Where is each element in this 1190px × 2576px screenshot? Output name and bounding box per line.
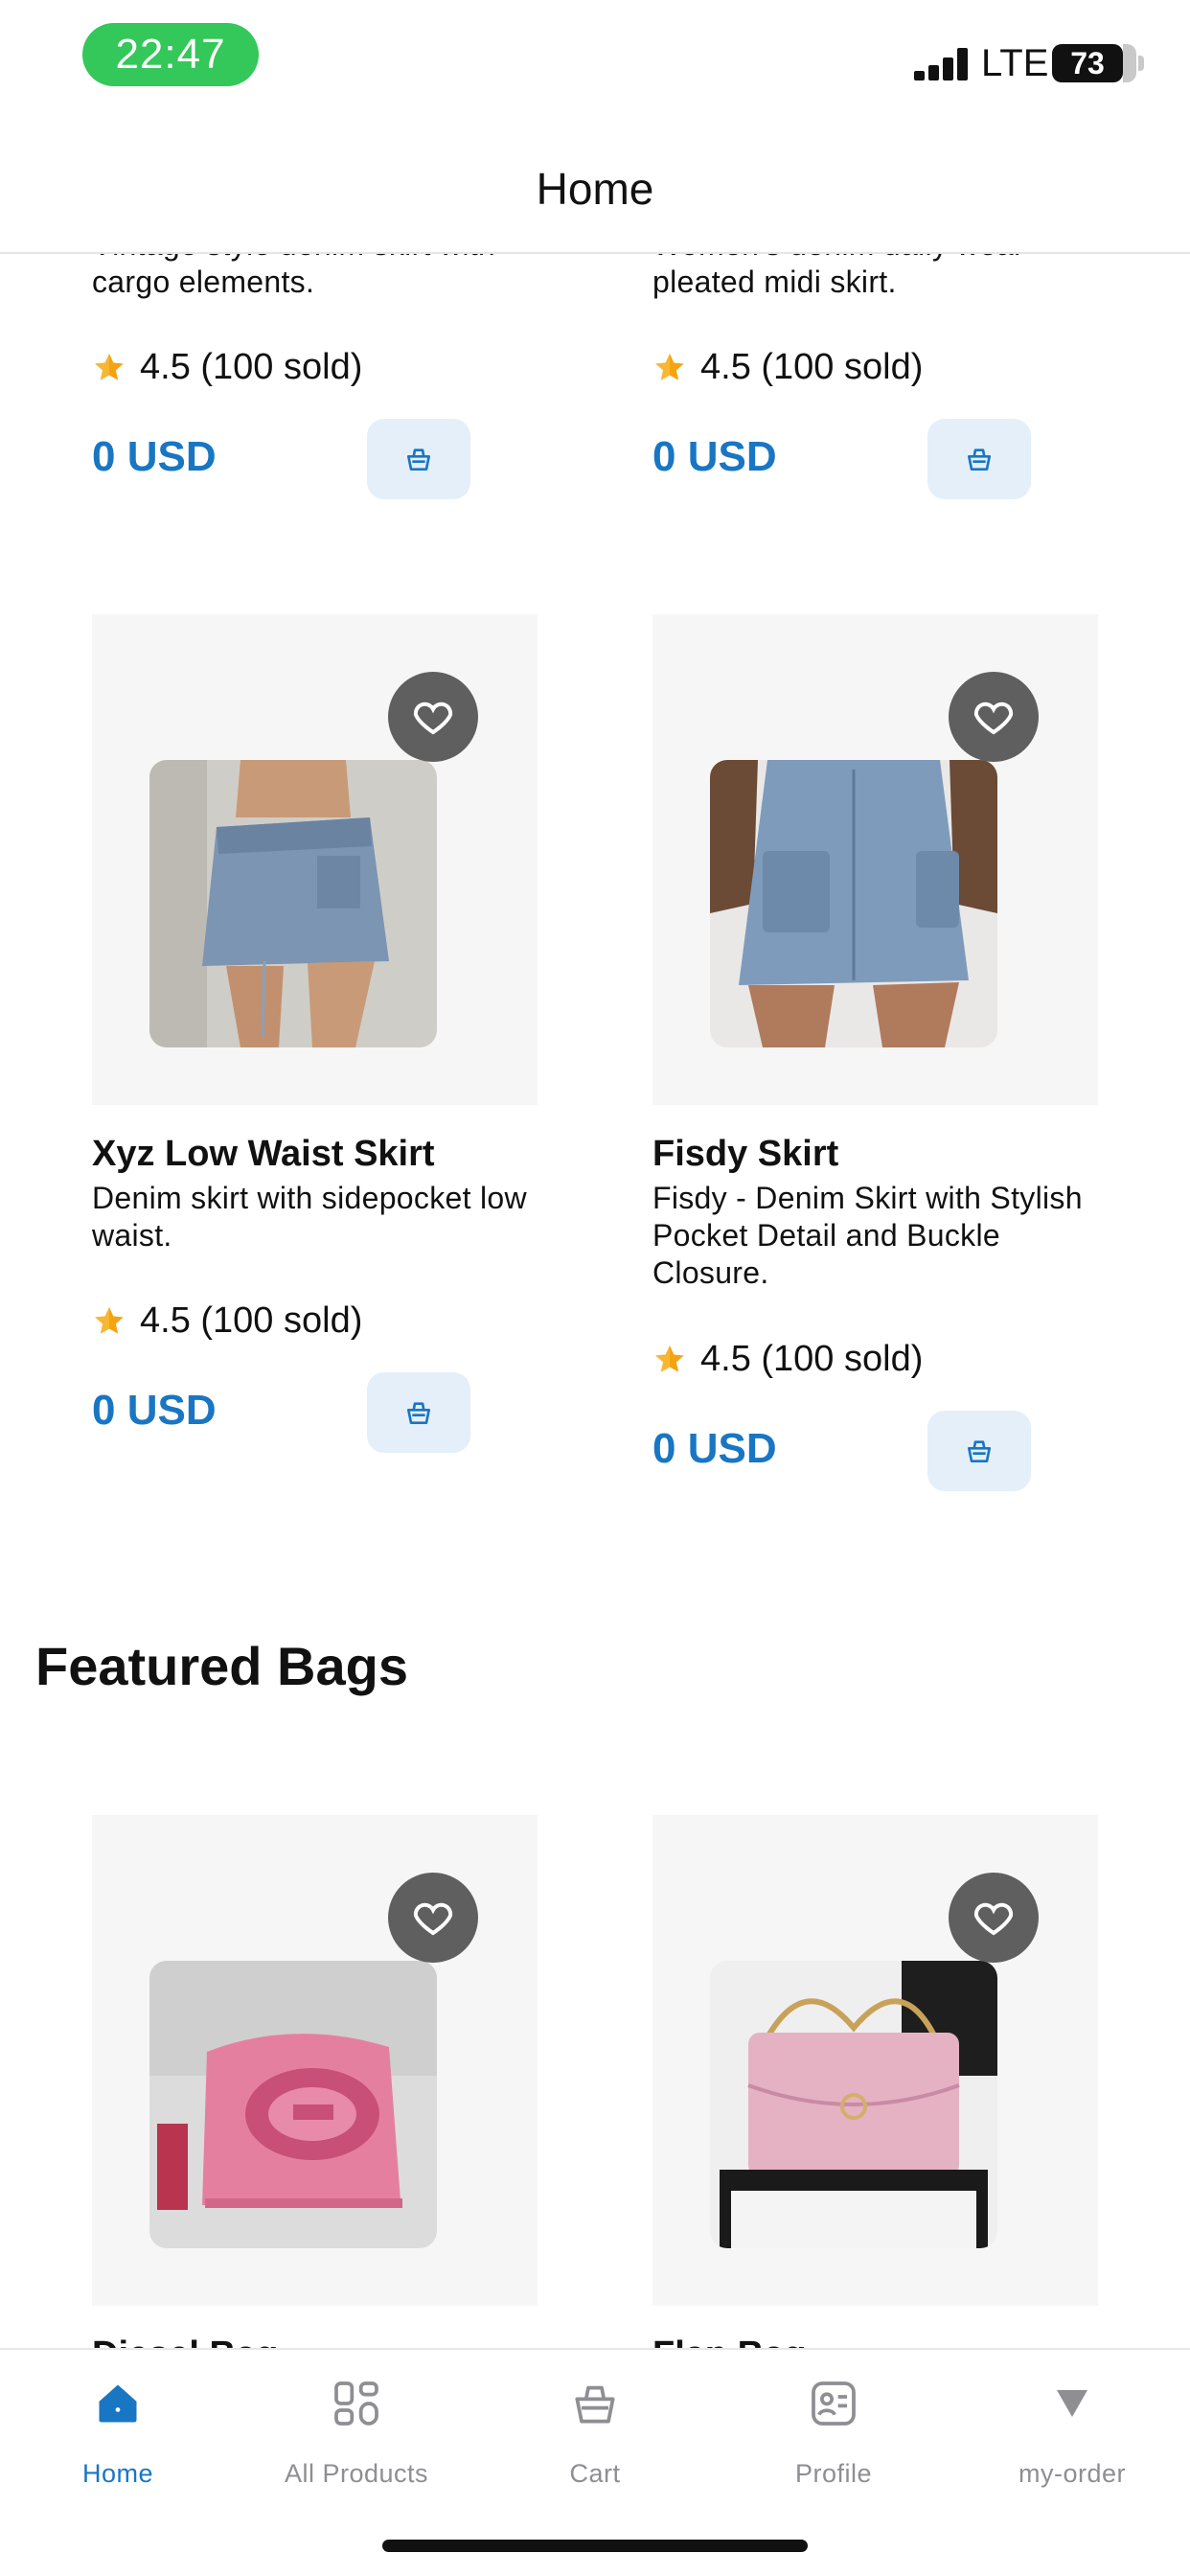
nav-label: Profile [794,2459,873,2488]
product-image-container[interactable] [92,614,538,1105]
product-name: Diesel Bag [92,2334,278,2348]
product-rating: 4.5 (100 sold) [652,1339,923,1380]
product-rating: 4.5 (100 sold) [92,1300,362,1342]
favorite-button[interactable] [388,672,478,762]
star-icon [655,353,684,380]
id-card-icon [805,2375,862,2432]
heart-icon [973,1902,1014,1936]
nav-item-my-order[interactable]: my-order [957,2371,1187,2515]
rating-text: 4.5 (100 sold) [140,347,363,387]
nav-item-cart[interactable]: Cart [480,2371,710,2515]
product-price: 0 USD [92,433,217,480]
star-icon [655,1345,684,1372]
product-image-container[interactable] [652,614,1098,1105]
favorite-button[interactable] [949,1873,1039,1963]
grid-icon [328,2375,385,2432]
star-icon [95,1306,124,1334]
product-price: 0 USD [652,433,777,480]
nav-label: All Products [284,2459,429,2488]
page-title: Home [536,163,654,214]
star-icon [95,353,124,380]
home-icon [89,2375,147,2432]
favorite-button[interactable] [388,1873,478,1963]
network-type: LTE [981,42,1049,84]
product-description: Fisdy - Denim Skirt with Stylish Pocket … [652,1181,1083,1290]
status-bar: 22:47 LTE 73 [0,0,1190,125]
nav-label: Cart [569,2459,621,2488]
home-indicator [382,2540,808,2552]
product-feed[interactable]: Vintage style denim skirt with cargo ele… [0,0,1190,2348]
product-image [710,760,997,1047]
product-name: Xyz Low Waist Skirt [92,1134,435,1174]
product-image [149,1961,437,2248]
product-image [710,1961,997,2248]
product-image-container[interactable] [92,1815,538,2306]
nav-label: Home [81,2459,154,2488]
add-to-cart-button[interactable] [367,419,470,499]
heart-icon [973,702,1014,735]
product-price: 0 USD [652,1425,777,1472]
add-to-cart-button[interactable] [927,1411,1031,1491]
rating-text: 4.5 (100 sold) [700,1339,924,1379]
nav-item-profile[interactable]: Profile [719,2371,949,2515]
rating-text: 4.5 (100 sold) [140,1300,363,1341]
status-time: 22:47 [82,23,259,86]
add-to-cart-button[interactable] [367,1372,470,1453]
product-rating: 4.5 (100 sold) [652,347,923,388]
basket-icon [968,1440,991,1462]
product-image [149,760,437,1047]
app-header: Home [0,125,1190,254]
nav-label: my-order [1018,2459,1126,2488]
basket-icon [968,448,991,471]
heart-icon [413,1902,453,1936]
basket-icon [566,2375,624,2432]
basket-icon [407,448,430,471]
nav-item-all-products[interactable]: All Products [241,2371,471,2515]
battery-icon: 73 [1052,44,1144,82]
section-title-featured-bags: Featured Bags [35,1636,408,1696]
signal-icon [914,48,968,80]
product-name: Flap Bag [652,2334,806,2348]
product-rating: 4.5 (100 sold) [92,347,362,388]
add-to-cart-button[interactable] [927,419,1031,499]
product-price: 0 USD [92,1387,217,1434]
product-name: Fisdy Skirt [652,1134,839,1174]
basket-icon [407,1402,430,1424]
product-image-container[interactable] [652,1815,1098,2306]
heart-icon [413,702,453,735]
product-description: Denim skirt with sidepocket low waist. [92,1181,527,1253]
rating-text: 4.5 (100 sold) [700,347,924,387]
triangle-down-icon [1043,2375,1101,2432]
favorite-button[interactable] [949,672,1039,762]
nav-item-home[interactable]: Home [3,2371,233,2515]
